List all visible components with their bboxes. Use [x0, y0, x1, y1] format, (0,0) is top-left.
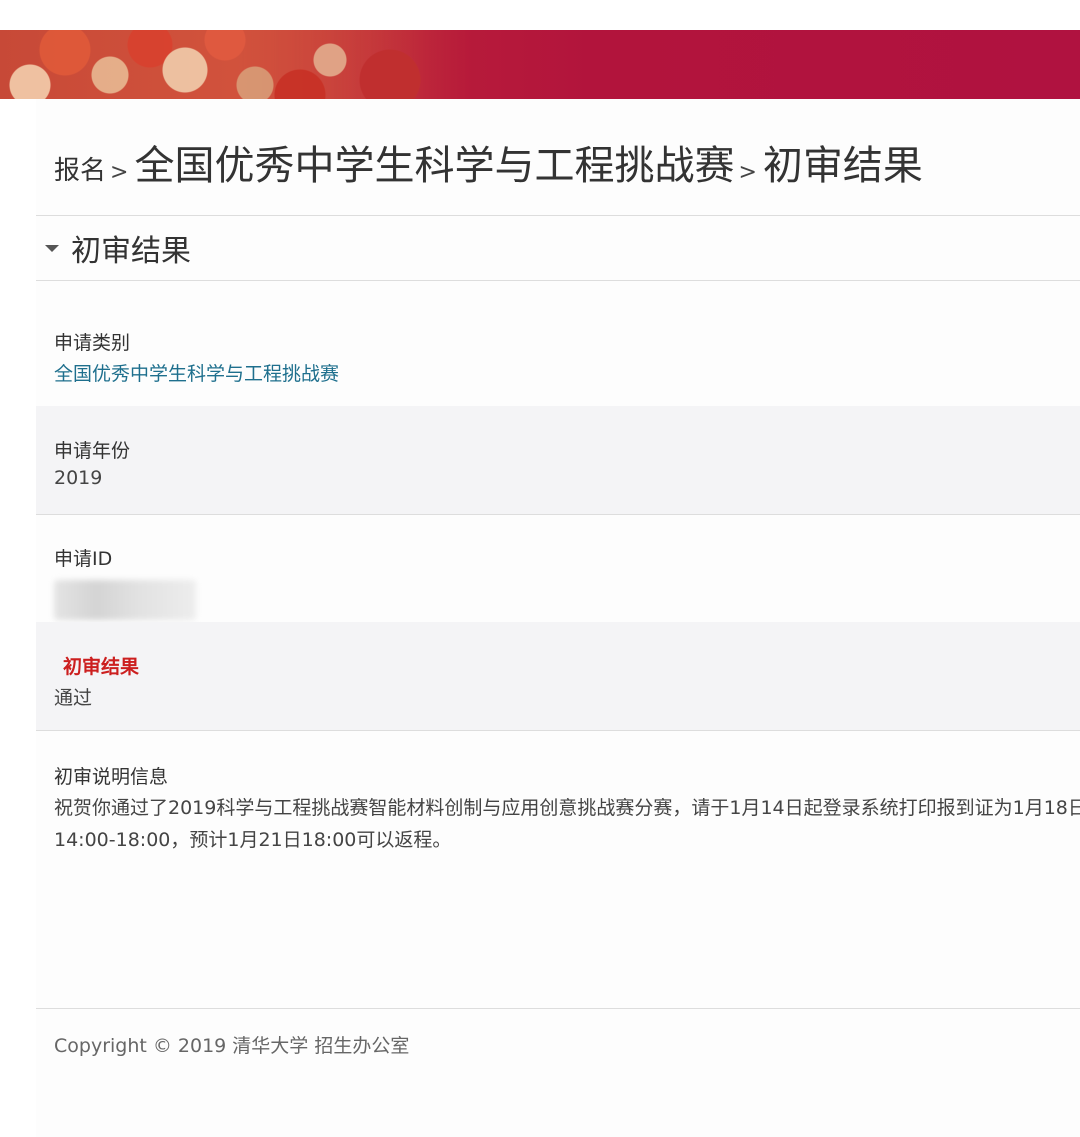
section-header-toggle[interactable]: 初审结果: [36, 216, 1080, 280]
field-year: 申请年份 2019: [36, 406, 1080, 514]
breadcrumb-separator: >: [738, 160, 757, 185]
year-label: 申请年份: [54, 440, 131, 462]
breadcrumb-separator: >: [110, 160, 129, 185]
divider: [36, 280, 1080, 281]
blurred-id-value: [54, 580, 196, 620]
category-link[interactable]: 全国优秀中学生科学与工程挑战赛: [54, 359, 339, 386]
copyright-text: Copyright © 2019 清华大学 招生办公室: [54, 1035, 410, 1057]
result-value: 通过: [54, 687, 93, 709]
section-title: 初审结果: [71, 234, 191, 269]
field-application-id: 申请ID: [36, 514, 1080, 622]
year-value: 2019: [54, 467, 103, 489]
top-strip: [0, 0, 1080, 30]
field-category: 申请类别 全国优秀中学生科学与工程挑战赛: [36, 298, 1080, 406]
header-banner: [0, 30, 1080, 99]
breadcrumb-signup[interactable]: 报名: [54, 150, 106, 187]
banner-crowd-photo: [0, 30, 470, 99]
main-content: 报名 > 全国优秀中学生科学与工程挑战赛 > 初审结果 初审结果 申请类别 全国…: [36, 99, 1080, 1137]
category-label: 申请类别: [54, 332, 131, 354]
result-label: 初审结果: [63, 656, 140, 678]
breadcrumb-competition[interactable]: 全国优秀中学生科学与工程挑战赛: [134, 133, 734, 191]
field-description: 初审说明信息 祝贺你通过了2019科学与工程挑战赛智能材料创制与应用创意挑战赛分…: [36, 730, 1080, 1008]
application-id-label: 申请ID: [54, 548, 113, 570]
description-text: 祝贺你通过了2019科学与工程挑战赛智能材料创制与应用创意挑战赛分赛，请于1月1…: [54, 797, 1080, 851]
footer-divider: [36, 1008, 1080, 1009]
caret-down-icon: [45, 244, 59, 252]
description-label: 初审说明信息: [54, 766, 169, 788]
breadcrumb-current: 初审结果: [762, 143, 923, 189]
breadcrumb: 报名 > 全国优秀中学生科学与工程挑战赛 > 初审结果: [54, 133, 923, 189]
field-result: 初审结果 通过: [36, 622, 1080, 730]
